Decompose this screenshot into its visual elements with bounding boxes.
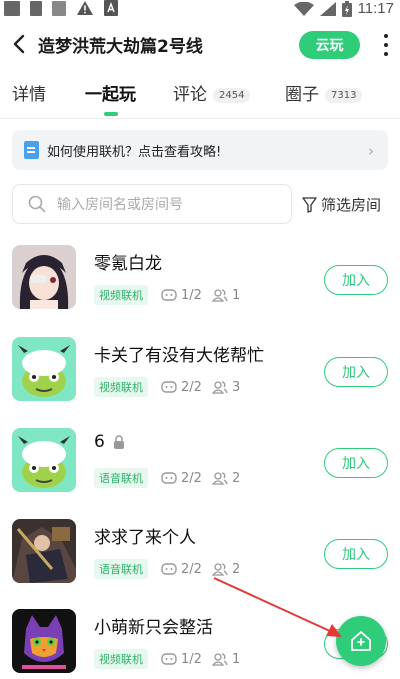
room-avatar [12,245,76,309]
room-name: 零氪白龙 [94,254,162,274]
room-name: 求求了来个人 [94,528,196,548]
people-icon [212,381,228,394]
signal-icon [319,1,336,16]
filter-icon [302,196,317,213]
gamepad-icon [161,563,177,575]
room-avatar [12,519,76,583]
create-room-button[interactable] [336,616,386,666]
people-icon [212,563,228,576]
app-notification-icon [104,0,118,16]
room-avatar [12,609,76,673]
gamepad-icon [161,289,177,301]
player-count: 2/2 [161,377,202,397]
battery-charging-icon [341,0,352,17]
player-count: 2/2 [161,468,202,488]
comment-count-badge: 2454 [213,87,251,103]
cloud-play-button[interactable]: 云玩 [299,31,360,59]
people-icon [212,653,228,666]
page-title: 造梦洪荒大劫篇2号线 [38,37,203,57]
room-row[interactable]: 求求了来个人 语音联机 2/2 2 加入 [0,519,400,609]
multiplayer-guide-banner[interactable]: 如何使用联机？点击查看攻略! › [12,130,388,170]
filter-rooms-button[interactable]: 筛选房间 [302,194,381,215]
wifi-icon [293,1,314,16]
room-row[interactable]: 零氪白龙视频联机 1/2 1 加入 [0,245,400,335]
people-icon [212,472,228,485]
online-count: 1 [212,285,240,305]
room-type-tag: 语音联机 [94,468,148,488]
filter-label: 筛选房间 [321,196,382,214]
notification-icon [4,0,20,16]
room-type-tag: 语音联机 [94,559,148,579]
online-count: 2 [212,559,240,579]
gamepad-icon [161,472,177,484]
room-row[interactable]: 6 语音联机 2/2 2 加入 [0,428,400,518]
search-icon [28,195,46,213]
document-icon [24,141,39,159]
people-icon [212,289,228,302]
tab-circle[interactable]: 圈子 7313 [285,80,363,105]
tab-comments[interactable]: 评论 2454 [173,80,251,105]
room-name: 卡关了有没有大佬帮忙 [94,346,264,366]
join-button[interactable]: 加入 [324,265,388,295]
room-type-tag: 视频联机 [94,285,148,305]
player-count: 2/2 [161,559,202,579]
back-arrow-icon[interactable] [8,32,32,56]
tab-play-together[interactable]: 一起玩 [85,80,136,105]
active-tab-indicator [104,112,118,116]
online-count: 3 [212,377,240,397]
status-bar: 11:17 [0,0,400,18]
gamepad-icon [161,653,177,665]
chevron-right-icon: › [368,142,374,160]
room-type-tag: 视频联机 [94,649,148,669]
room-avatar [12,337,76,401]
player-count: 1/2 [161,285,202,305]
tab-details[interactable]: 详情 [12,80,46,105]
notification-icon [30,0,42,16]
header: 造梦洪荒大劫篇2号线 云玩 [0,26,400,66]
guide-text: 如何使用联机？点击查看攻略! [47,145,222,160]
join-button[interactable]: 加入 [324,448,388,478]
more-options-icon[interactable] [378,32,394,58]
online-count: 1 [212,649,240,669]
gamepad-icon [161,381,177,393]
join-button[interactable]: 加入 [324,539,388,569]
notification-icon [52,0,66,16]
room-name: 小萌新只会整活 [94,618,213,638]
clock: 11:17 [357,0,394,17]
lock-icon [113,435,124,449]
circle-count-badge: 7313 [325,87,363,103]
room-row[interactable]: 卡关了有没有大佬帮忙 视频联机 2/2 3 加入 [0,337,400,427]
divider [0,118,400,119]
room-type-tag: 视频联机 [94,377,148,397]
room-search-box[interactable] [12,184,292,224]
tab-bar: 详情 一起玩 评论 2454 圈子 7313 [0,74,400,116]
search-input[interactable] [57,193,277,217]
join-button[interactable]: 加入 [324,357,388,387]
online-count: 2 [212,468,240,488]
player-count: 1/2 [161,649,202,669]
warning-icon [77,1,93,15]
room-name: 6 [94,432,125,452]
room-avatar [12,428,76,492]
home-add-icon [351,631,371,651]
